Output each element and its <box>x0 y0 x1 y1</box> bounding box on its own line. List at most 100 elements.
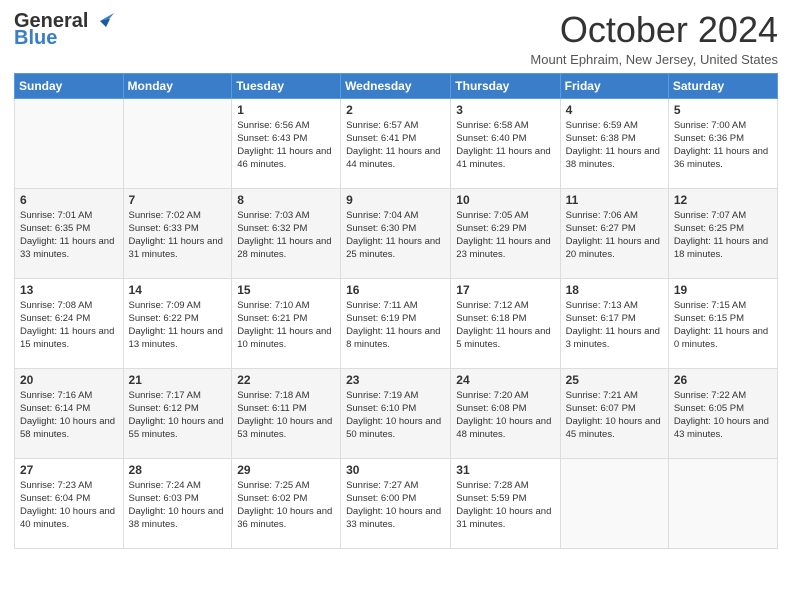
day-number: 27 <box>20 463 118 477</box>
calendar-cell: 19Sunrise: 7:15 AMSunset: 6:15 PMDayligh… <box>668 278 777 368</box>
day-info: Sunrise: 7:15 AMSunset: 6:15 PMDaylight:… <box>674 299 772 352</box>
calendar-week-5: 27 Sunrise: 7:23 AMSunset: 6:04 PMDayligh… <box>15 458 778 548</box>
col-header-sunday: Sunday <box>15 73 124 98</box>
col-header-tuesday: Tuesday <box>232 73 341 98</box>
calendar-cell <box>560 458 668 548</box>
calendar-cell: 2Sunrise: 6:57 AMSunset: 6:41 PMDaylight… <box>341 98 451 188</box>
day-info: Sunrise: 7:16 AMSunset: 6:14 PMDaylight:… <box>20 389 118 442</box>
calendar-cell: 4 Sunrise: 6:59 AMSunset: 6:38 PMDaylight… <box>560 98 668 188</box>
day-info: Sunrise: 6:56 AMSunset: 6:43 PMDaylight:… <box>237 119 335 172</box>
day-number: 20 <box>20 373 118 387</box>
day-info: Sunrise: 7:13 AMSunset: 6:17 PMDaylight:… <box>566 299 663 352</box>
logo-blue: Blue <box>14 29 57 47</box>
calendar-cell: 14 Sunrise: 7:09 AMSunset: 6:22 PMDayligh… <box>123 278 232 368</box>
day-number: 10 <box>456 193 554 207</box>
calendar-week-2: 6 Sunrise: 7:01 AMSunset: 6:35 PMDaylight… <box>15 188 778 278</box>
day-info: Sunrise: 7:27 AMSunset: 6:00 PMDaylight:… <box>346 479 445 532</box>
day-number: 2 <box>346 103 445 117</box>
logo-bird-icon <box>92 13 114 29</box>
calendar-cell: 10 Sunrise: 7:05 AMSunset: 6:29 PMDayligh… <box>451 188 560 278</box>
col-header-wednesday: Wednesday <box>341 73 451 98</box>
day-number: 17 <box>456 283 554 297</box>
calendar-cell: 15 Sunrise: 7:10 AMSunset: 6:21 PMDayligh… <box>232 278 341 368</box>
calendar-cell: 29Sunrise: 7:25 AMSunset: 6:02 PMDayligh… <box>232 458 341 548</box>
day-info: Sunrise: 7:28 AMSunset: 5:59 PMDaylight:… <box>456 479 554 532</box>
day-number: 13 <box>20 283 118 297</box>
calendar-cell: 31Sunrise: 7:28 AMSunset: 5:59 PMDayligh… <box>451 458 560 548</box>
calendar-cell: 30 Sunrise: 7:27 AMSunset: 6:00 PMDayligh… <box>341 458 451 548</box>
day-info: Sunrise: 7:06 AMSunset: 6:27 PMDaylight:… <box>566 209 663 262</box>
col-header-friday: Friday <box>560 73 668 98</box>
calendar-week-4: 20 Sunrise: 7:16 AMSunset: 6:14 PMDayligh… <box>15 368 778 458</box>
calendar-cell: 25 Sunrise: 7:21 AMSunset: 6:07 PMDayligh… <box>560 368 668 458</box>
logo: General Blue <box>14 10 114 47</box>
calendar-cell: 18 Sunrise: 7:13 AMSunset: 6:17 PMDayligh… <box>560 278 668 368</box>
day-info: Sunrise: 7:12 AMSunset: 6:18 PMDaylight:… <box>456 299 554 352</box>
calendar-cell <box>15 98 124 188</box>
day-info: Sunrise: 7:23 AMSunset: 6:04 PMDaylight:… <box>20 479 118 532</box>
day-info: Sunrise: 7:24 AMSunset: 6:03 PMDaylight:… <box>129 479 227 532</box>
col-header-saturday: Saturday <box>668 73 777 98</box>
calendar-cell: 12Sunrise: 7:07 AMSunset: 6:25 PMDayligh… <box>668 188 777 278</box>
day-info: Sunrise: 7:03 AMSunset: 6:32 PMDaylight:… <box>237 209 335 262</box>
month-title: October 2024 <box>530 10 778 50</box>
calendar-cell: 5 Sunrise: 7:00 AMSunset: 6:36 PMDaylight… <box>668 98 777 188</box>
day-info: Sunrise: 7:01 AMSunset: 6:35 PMDaylight:… <box>20 209 118 262</box>
day-number: 14 <box>129 283 227 297</box>
calendar-cell <box>123 98 232 188</box>
calendar-cell: 1 Sunrise: 6:56 AMSunset: 6:43 PMDaylight… <box>232 98 341 188</box>
day-info: Sunrise: 7:11 AMSunset: 6:19 PMDaylight:… <box>346 299 445 352</box>
calendar-cell: 7Sunrise: 7:02 AMSunset: 6:33 PMDaylight… <box>123 188 232 278</box>
day-info: Sunrise: 6:58 AMSunset: 6:40 PMDaylight:… <box>456 119 554 172</box>
calendar-cell: 16 Sunrise: 7:11 AMSunset: 6:19 PMDayligh… <box>341 278 451 368</box>
day-number: 22 <box>237 373 335 387</box>
calendar-cell: 21 Sunrise: 7:17 AMSunset: 6:12 PMDayligh… <box>123 368 232 458</box>
calendar-cell: 13Sunrise: 7:08 AMSunset: 6:24 PMDayligh… <box>15 278 124 368</box>
day-info: Sunrise: 7:00 AMSunset: 6:36 PMDaylight:… <box>674 119 772 172</box>
day-number: 25 <box>566 373 663 387</box>
day-number: 6 <box>20 193 118 207</box>
day-number: 24 <box>456 373 554 387</box>
day-info: Sunrise: 7:21 AMSunset: 6:07 PMDaylight:… <box>566 389 663 442</box>
day-info: Sunrise: 7:05 AMSunset: 6:29 PMDaylight:… <box>456 209 554 262</box>
calendar-cell: 24Sunrise: 7:20 AMSunset: 6:08 PMDayligh… <box>451 368 560 458</box>
day-number: 1 <box>237 103 335 117</box>
day-info: Sunrise: 7:10 AMSunset: 6:21 PMDaylight:… <box>237 299 335 352</box>
day-number: 12 <box>674 193 772 207</box>
calendar-week-3: 13Sunrise: 7:08 AMSunset: 6:24 PMDayligh… <box>15 278 778 368</box>
calendar-cell: 3 Sunrise: 6:58 AMSunset: 6:40 PMDaylight… <box>451 98 560 188</box>
day-number: 21 <box>129 373 227 387</box>
calendar-cell: 20 Sunrise: 7:16 AMSunset: 6:14 PMDayligh… <box>15 368 124 458</box>
calendar-cell: 22 Sunrise: 7:18 AMSunset: 6:11 PMDayligh… <box>232 368 341 458</box>
day-number: 7 <box>129 193 227 207</box>
day-number: 26 <box>674 373 772 387</box>
day-number: 8 <box>237 193 335 207</box>
day-number: 16 <box>346 283 445 297</box>
day-number: 4 <box>566 103 663 117</box>
day-info: Sunrise: 7:04 AMSunset: 6:30 PMDaylight:… <box>346 209 445 262</box>
calendar-cell: 23 Sunrise: 7:19 AMSunset: 6:10 PMDayligh… <box>341 368 451 458</box>
day-number: 18 <box>566 283 663 297</box>
title-block: October 2024 Mount Ephraim, New Jersey, … <box>530 10 778 67</box>
calendar-cell: 17 Sunrise: 7:12 AMSunset: 6:18 PMDayligh… <box>451 278 560 368</box>
calendar-cell: 8 Sunrise: 7:03 AMSunset: 6:32 PMDaylight… <box>232 188 341 278</box>
calendar-header-row: SundayMondayTuesdayWednesdayThursdayFrid… <box>15 73 778 98</box>
day-number: 15 <box>237 283 335 297</box>
day-info: Sunrise: 7:09 AMSunset: 6:22 PMDaylight:… <box>129 299 227 352</box>
day-info: Sunrise: 7:18 AMSunset: 6:11 PMDaylight:… <box>237 389 335 442</box>
day-info: Sunrise: 6:59 AMSunset: 6:38 PMDaylight:… <box>566 119 663 172</box>
page-container: General Blue October 2024 Mount Ephraim,… <box>0 0 792 559</box>
day-info: Sunrise: 7:17 AMSunset: 6:12 PMDaylight:… <box>129 389 227 442</box>
calendar-table: SundayMondayTuesdayWednesdayThursdayFrid… <box>14 73 778 549</box>
day-number: 5 <box>674 103 772 117</box>
calendar-cell: 26Sunrise: 7:22 AMSunset: 6:05 PMDayligh… <box>668 368 777 458</box>
day-number: 3 <box>456 103 554 117</box>
col-header-thursday: Thursday <box>451 73 560 98</box>
day-info: Sunrise: 7:19 AMSunset: 6:10 PMDaylight:… <box>346 389 445 442</box>
location: Mount Ephraim, New Jersey, United States <box>530 52 778 67</box>
day-number: 23 <box>346 373 445 387</box>
day-number: 9 <box>346 193 445 207</box>
calendar-cell: 6 Sunrise: 7:01 AMSunset: 6:35 PMDaylight… <box>15 188 124 278</box>
header: General Blue October 2024 Mount Ephraim,… <box>14 10 778 67</box>
day-number: 30 <box>346 463 445 477</box>
